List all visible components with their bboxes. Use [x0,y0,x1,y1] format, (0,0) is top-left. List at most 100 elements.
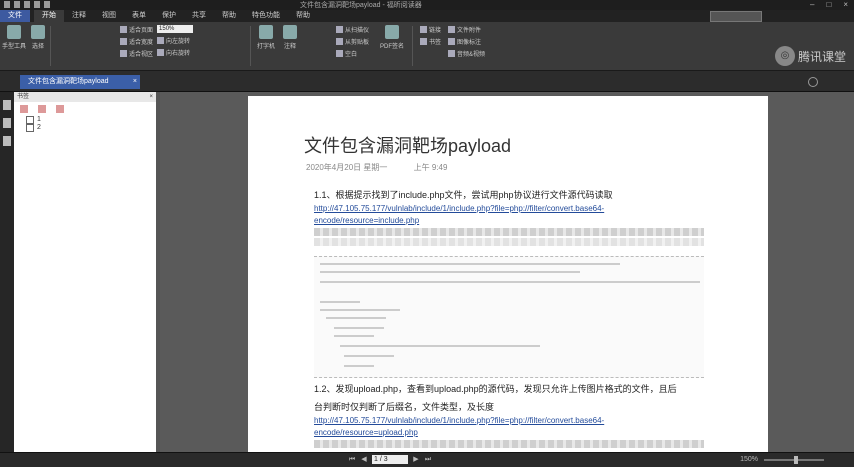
ribbon-toolbar: 手型工具 选择 适合页面 适合宽度 适合视区 150% 向左旋转 向右旋转 打字… [0,22,854,71]
screenshot-line [326,317,386,319]
menu-tab-help[interactable]: 帮助 [214,10,244,22]
url-link-1a[interactable]: http://47.105.75.177/vulnlab/include/1/i… [314,204,604,213]
note-button[interactable]: 注释 [280,25,300,50]
scanner-icon [336,26,343,33]
new-bookmark-icon[interactable] [20,105,28,113]
watermark-logo: ◎ 腾讯课堂 [774,46,846,66]
url-link-1b[interactable]: encode/resource=include.php [314,216,419,225]
url-link-2b[interactable]: encode/resource=upload.php [314,428,418,437]
bookmark-button[interactable]: 书签 [420,37,441,46]
bookmarks-panel-icon[interactable] [3,100,11,110]
page-time: 上午 9:49 [413,163,448,172]
prev-page-icon[interactable]: ◀ [360,456,368,464]
first-page-icon[interactable]: ⏮ [348,456,356,464]
fit-width-button[interactable]: 适合宽度 [120,37,153,46]
fit-page-button[interactable]: 适合页面 [120,25,153,34]
window-title: 文件包含漏洞靶场payload - 福昕阅读器 [300,2,422,9]
status-zoom-level: 150% [740,456,758,463]
zoom-slider-handle[interactable] [794,456,798,464]
screenshot-line [320,263,620,265]
search-input[interactable] [710,11,762,22]
screenshot-line [340,345,540,347]
close-tab-icon[interactable]: × [133,75,137,89]
image-annotation-button[interactable]: 图像标注 [448,37,485,46]
menu-tab-comment[interactable]: 注释 [64,10,94,22]
section-heading-1-1: 1.1、根据提示找到了include.php文件，尝试用php协议进行文件源代码… [314,190,613,200]
url-link-2a[interactable]: http://47.105.75.177/vulnlab/include/1/i… [314,416,604,425]
paperclip-icon [448,26,455,33]
embedded-screenshot-strip [314,440,704,448]
page-navigation: ⏮ ◀ 1 / 3 ▶ ⏭ [348,455,432,464]
link-button[interactable]: 链接 [420,25,441,34]
bookmark-item[interactable]: 2 [14,124,156,132]
fit-visible-button[interactable]: 适合视区 [120,49,153,58]
ribbon-group-view: 适合页面 适合宽度 适合视区 150% 向左旋转 向右旋转 [120,25,194,58]
pdf-sign-icon [385,25,399,39]
rotate-right-button[interactable]: 向右旋转 [157,48,193,57]
menu-file[interactable]: 文件 [0,10,30,22]
media-icon [448,50,455,57]
blank-page-icon [336,50,343,57]
ribbon-group-tools: 手型工具 选择 [2,25,48,50]
zoom-slider[interactable] [764,456,824,464]
menu-tab-view[interactable]: 视图 [94,10,124,22]
from-scanner-button[interactable]: 从扫描仪 [336,25,369,34]
ribbon-separator [250,26,251,66]
expand-bookmark-icon[interactable] [38,105,46,113]
menu-tab-home[interactable]: 开始 [34,10,64,22]
next-page-icon[interactable]: ▶ [412,456,420,464]
zoom-select[interactable]: 150% [157,25,194,33]
file-attachment-button[interactable]: 文件附件 [448,25,485,34]
fit-page-icon [120,26,127,33]
select-tool-button[interactable]: 选择 [28,25,48,50]
image-icon [448,38,455,45]
pages-panel-icon[interactable] [3,118,11,128]
ribbon-group-sign: PDF签名 [380,25,404,50]
embedded-code-screenshot [314,256,704,378]
menu-tab-protect[interactable]: 保护 [154,10,184,22]
redo-icon[interactable] [44,1,50,8]
screenshot-line [320,309,400,311]
note-icon [283,25,297,39]
ribbon-group-create: 从扫描仪 从剪贴板 空白 [336,25,369,58]
settings-icon[interactable] [808,77,818,87]
minimize-icon[interactable]: – [810,0,814,9]
save-icon[interactable] [14,1,20,8]
blank-button[interactable]: 空白 [336,49,369,58]
menu-tab-features[interactable]: 特色功能 [244,10,288,22]
close-panel-icon[interactable]: × [149,92,153,102]
layers-panel-icon[interactable] [3,136,11,146]
hand-tool-button[interactable]: 手型工具 [2,25,26,50]
link-icon [420,26,427,33]
document-tab[interactable]: 文件包含漏洞靶场payload × [20,75,140,89]
menu-tab-form[interactable]: 表单 [124,10,154,22]
print-icon[interactable] [24,1,30,8]
from-clipboard-button[interactable]: 从剪贴板 [336,37,369,46]
page-number-field[interactable]: 1 / 3 [372,455,408,464]
page-title: 文件包含漏洞靶场payload [304,136,512,156]
rotate-left-button[interactable]: 向左旋转 [157,36,193,45]
bookmark-item[interactable]: 1 [14,116,156,124]
typewriter-button[interactable]: 打字机 [256,25,276,50]
document-tab-strip: 文件包含漏洞靶场payload × [0,71,854,92]
last-page-icon[interactable]: ⏭ [424,456,432,464]
bookmark-options-icon[interactable] [56,105,64,113]
menu-tab-help2[interactable]: 帮助 [288,10,318,22]
clipboard-icon [336,38,343,45]
undo-icon[interactable] [34,1,40,8]
bookmark-page-icon [26,124,34,132]
screenshot-line [320,271,580,273]
section-heading-1-2a: 1.2、发现upload.php，查看到upload.php的源代码，发现只允许… [314,384,677,394]
embedded-screenshot-strip [314,238,704,246]
ribbon-group-links: 链接 书签 [420,25,441,46]
typewriter-icon [259,25,273,39]
maximize-icon[interactable]: □ [826,0,831,9]
document-viewport[interactable]: 文件包含漏洞靶场payload 2020年4月20日 星期一 上午 9:49 1… [160,92,854,452]
pdf-sign-button[interactable]: PDF签名 [380,25,404,50]
menu-tabs: 开始 注释 视图 表单 保护 共享 帮助 特色功能 帮助 [34,10,318,22]
menu-tab-share[interactable]: 共享 [184,10,214,22]
tab-strip-tools [808,77,818,87]
audio-video-button[interactable]: 音频&视频 [448,49,485,58]
close-icon[interactable]: × [843,0,848,9]
rotate-left-icon [157,37,165,44]
